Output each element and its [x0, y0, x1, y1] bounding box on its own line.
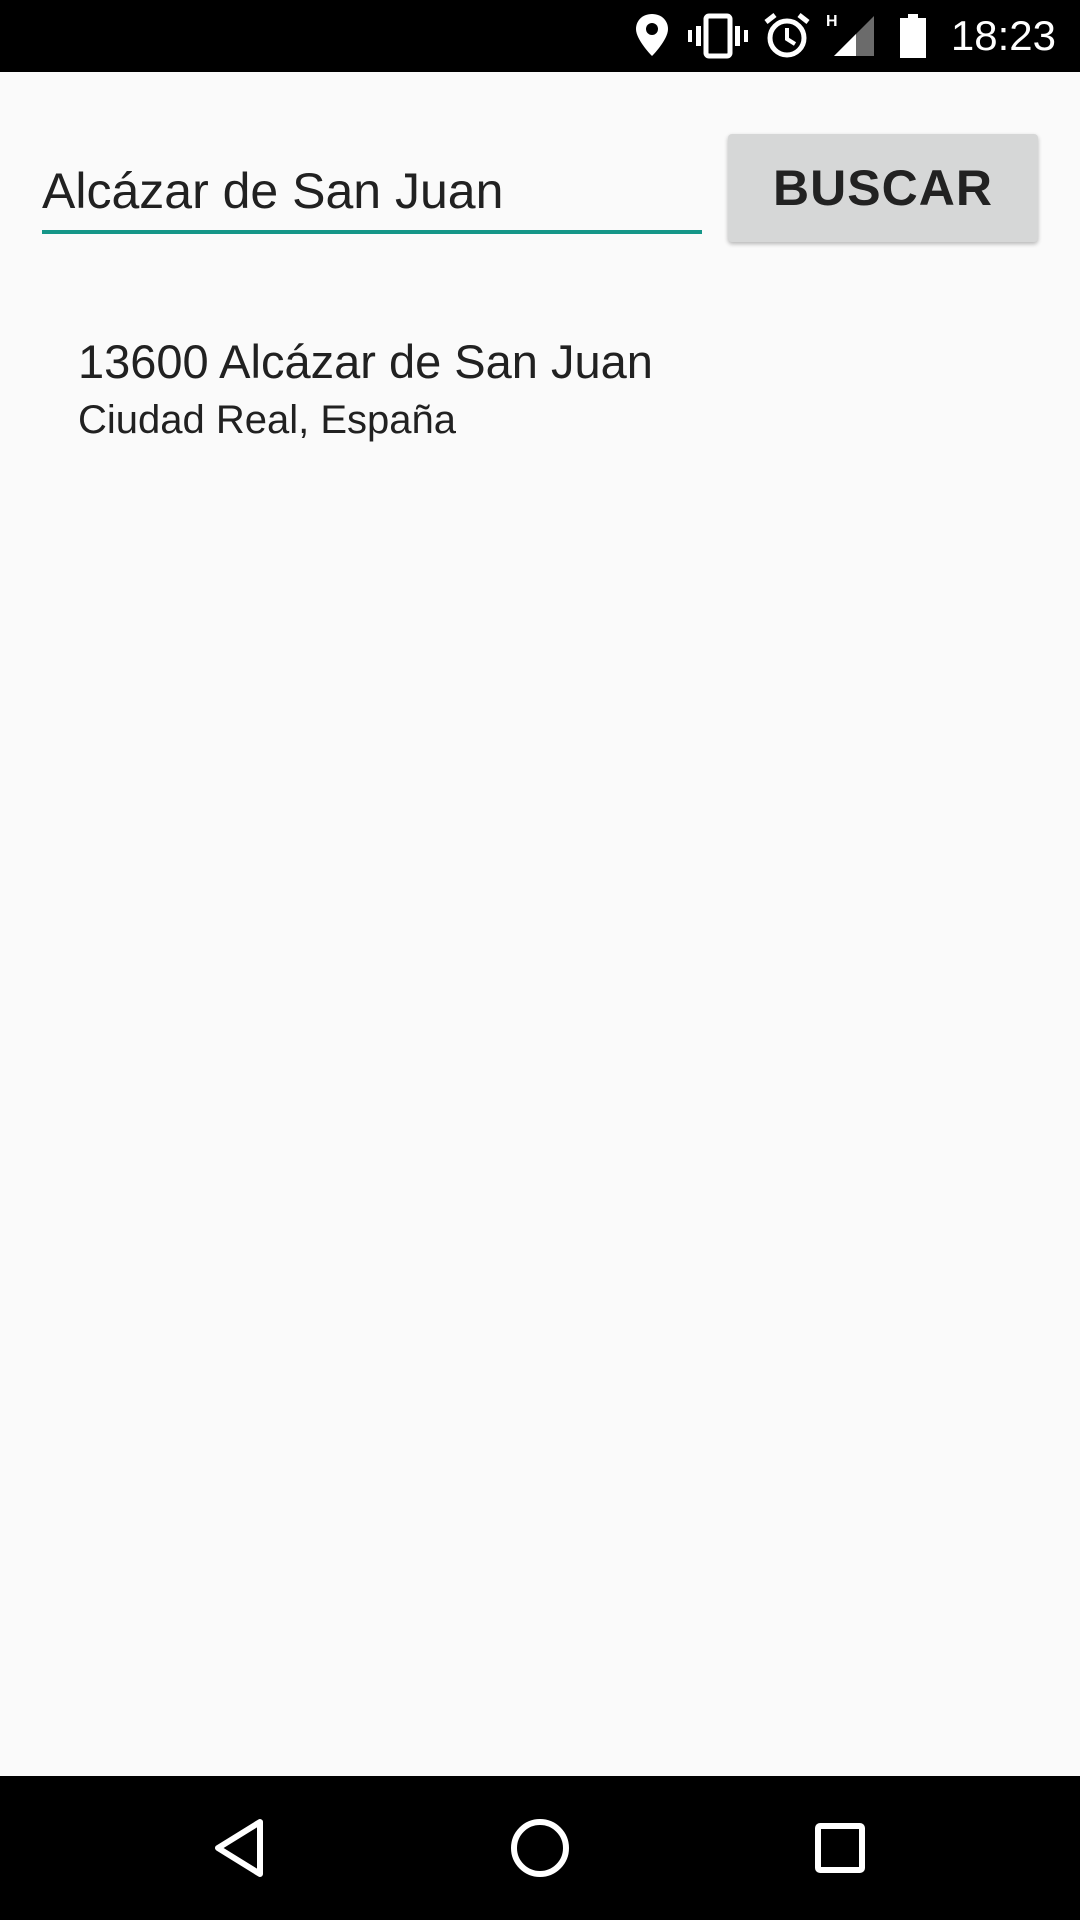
status-clock: 18:23 — [950, 12, 1056, 59]
search-input[interactable] — [42, 152, 702, 234]
location-icon — [632, 12, 672, 60]
home-icon[interactable] — [504, 1812, 576, 1884]
recents-icon[interactable] — [804, 1812, 876, 1884]
result-item[interactable]: 13600 Alcázar de San Juan Ciudad Real, E… — [0, 334, 1080, 464]
result-subtitle: Ciudad Real, España — [78, 398, 457, 442]
svg-text:H: H — [826, 13, 838, 30]
search-button[interactable]: BUSCAR — [728, 134, 1038, 242]
battery-icon — [898, 12, 928, 60]
back-icon[interactable] — [204, 1812, 276, 1884]
vibrate-icon — [688, 12, 748, 60]
navigation-bar — [0, 1776, 1080, 1920]
main-content: BUSCAR 13600 Alcázar de San Juan Ciudad … — [0, 72, 1080, 1776]
signal-h-icon: H — [826, 12, 876, 60]
result-title: 13600 Alcázar de San Juan — [78, 335, 653, 388]
alarm-icon — [762, 12, 812, 60]
status-bar: H 18:23 — [0, 0, 1080, 72]
